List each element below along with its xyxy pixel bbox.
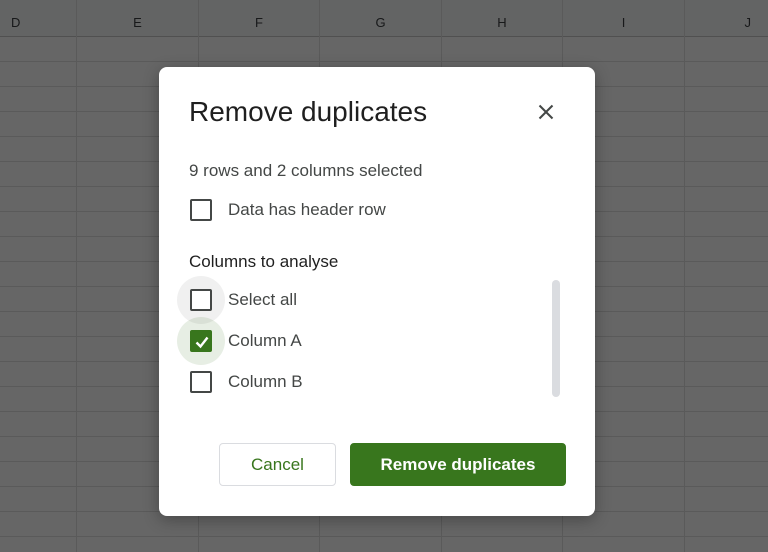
column-a-checkbox[interactable] <box>190 330 212 352</box>
cancel-button[interactable]: Cancel <box>219 443 336 486</box>
checkmark-icon <box>195 336 209 349</box>
close-icon <box>538 104 554 120</box>
select-all-checkbox[interactable] <box>190 289 212 311</box>
select-all-label: Select all <box>228 290 297 309</box>
selection-summary: 9 rows and 2 columns selected <box>189 161 423 180</box>
close-button[interactable] <box>531 97 561 127</box>
dialog-title: Remove duplicates <box>189 96 428 127</box>
remove-duplicates-dialog: Remove duplicates 9 rows and 2 columns s… <box>159 67 595 516</box>
column-a-label: Column A <box>228 331 302 350</box>
header-row-label: Data has header row <box>228 200 386 219</box>
columns-heading: Columns to analyse <box>189 252 339 271</box>
header-row-checkbox[interactable] <box>190 199 212 221</box>
remove-duplicates-button[interactable]: Remove duplicates <box>350 443 566 486</box>
select-all-row[interactable]: Select all <box>177 276 297 324</box>
column-b-checkbox[interactable] <box>190 371 212 393</box>
columns-scrollbar[interactable] <box>552 280 560 397</box>
header-row-checkbox-row[interactable]: Data has header row <box>189 198 386 222</box>
column-b-row[interactable]: Column B <box>189 370 303 394</box>
column-a-row[interactable]: Column A <box>177 317 302 365</box>
column-b-label: Column B <box>228 372 303 391</box>
